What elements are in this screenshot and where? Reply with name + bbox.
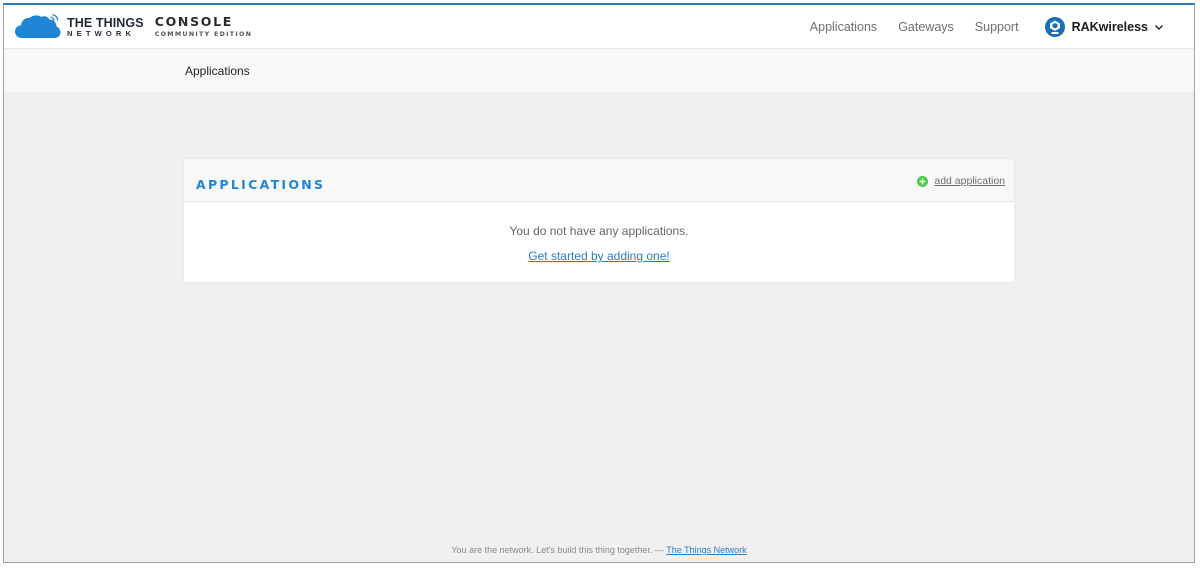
footer-ttn-link[interactable]: The Things Network — [666, 545, 746, 555]
card-body: You do not have any applications. Get st… — [184, 202, 1014, 265]
brand-title: THE THINGS — [67, 15, 144, 30]
plus-circle-icon — [917, 175, 929, 187]
brand[interactable]: THE THINGS NETWORK CONSOLE COMMUNITY EDI… — [15, 13, 252, 41]
cloud-signal-icon — [15, 14, 61, 38]
brand-subtitle: NETWORK — [67, 29, 136, 38]
main-nav: Applications Gateways Support RAKwireles… — [789, 5, 1164, 49]
user-menu[interactable]: RAKwireless — [1044, 17, 1164, 37]
footer: You are the network. Let's build this th… — [4, 545, 1194, 555]
app-window: THE THINGS NETWORK CONSOLE COMMUNITY EDI… — [3, 3, 1195, 563]
add-application-button[interactable]: add application — [917, 175, 1005, 187]
card-header: APPLICATIONS add application — [184, 159, 1014, 202]
breadcrumb-bar: Applications — [4, 49, 1194, 93]
chevron-down-icon — [1155, 25, 1163, 30]
nav-gateways[interactable]: Gateways — [898, 20, 954, 34]
console-subtitle: COMMUNITY EDITION — [154, 30, 253, 38]
get-started-link[interactable]: Get started by adding one! — [528, 249, 669, 263]
top-navigation-bar: THE THINGS NETWORK CONSOLE COMMUNITY EDI… — [4, 5, 1194, 49]
empty-state-message: You do not have any applications. — [509, 224, 689, 238]
console-title: CONSOLE — [154, 14, 233, 30]
nav-support[interactable]: Support — [975, 20, 1019, 34]
applications-card: APPLICATIONS add application You do not … — [184, 159, 1014, 282]
console-wordmark: CONSOLE COMMUNITY EDITION — [155, 16, 253, 38]
breadcrumb[interactable]: Applications — [185, 64, 250, 78]
card-title: APPLICATIONS — [196, 177, 326, 192]
brand-wordmark: THE THINGS NETWORK — [67, 15, 144, 38]
nav-applications[interactable]: Applications — [810, 20, 877, 34]
footer-text: You are the network. Let's build this th… — [451, 545, 664, 555]
add-application-label: add application — [934, 175, 1005, 187]
rak-logo-icon — [1044, 17, 1065, 37]
user-name: RAKwireless — [1071, 20, 1148, 34]
